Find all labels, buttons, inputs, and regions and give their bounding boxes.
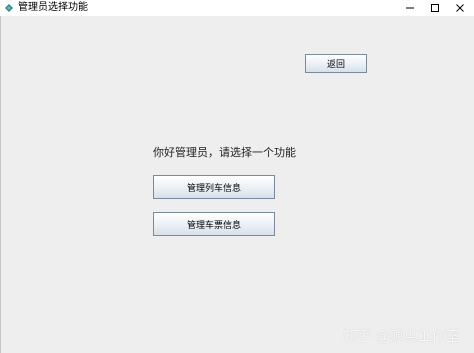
close-button[interactable] [446,0,474,16]
app-diamond-icon [5,4,13,12]
window-title: 管理员选择功能 [18,2,88,13]
manage-ticket-button[interactable]: 管理车票信息 [153,212,275,236]
back-button[interactable]: 返回 [305,54,367,73]
greeting-label: 你好管理员，请选择一个功能 [153,146,296,159]
maximize-icon [431,4,439,12]
content-pane: 返回 你好管理员，请选择一个功能 管理列车信息 管理车票信息 知乎 @源点工作室 [0,16,474,353]
manage-train-button[interactable]: 管理列车信息 [153,175,275,199]
title-bar[interactable]: 管理员选择功能 [0,0,474,16]
app-window: 管理员选择功能 返回 你好管理员，请选择一个功能 管理列车信息 管理车票信息 知… [0,0,474,353]
minimize-button[interactable] [396,0,424,16]
maximize-button[interactable] [421,0,449,16]
close-icon [456,4,464,12]
minimize-icon [406,7,414,9]
watermark-text: 知乎 @源点工作室 [343,329,460,345]
